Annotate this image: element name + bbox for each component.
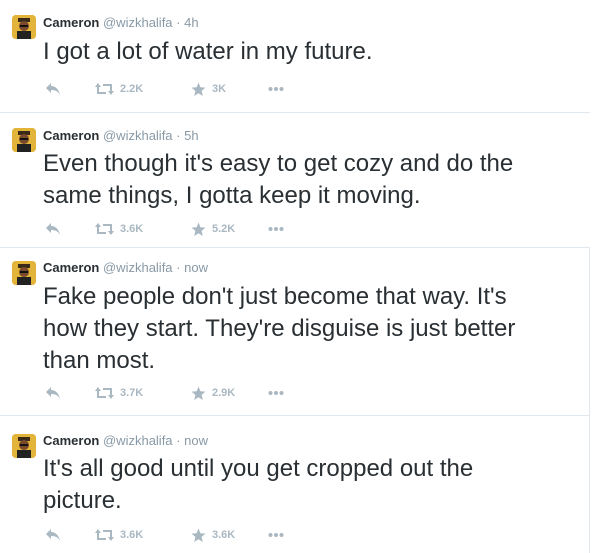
retweet-button[interactable]: 3.6K [95, 527, 143, 543]
more-button[interactable] [268, 385, 284, 401]
tweet[interactable]: Cameron @wizkhalifa · 5h Even though it'… [0, 112, 590, 247]
author-name[interactable]: Cameron [43, 128, 99, 143]
tweet-actions: 3.7K 2.9K [43, 385, 343, 401]
timestamp[interactable]: 4h [184, 15, 198, 30]
tweet-text-line: how they start. They're disguise is just… [43, 315, 516, 342]
retweet-count: 3.6K [120, 529, 144, 541]
avatar[interactable] [12, 261, 36, 285]
retweet-button[interactable]: 3.6K [95, 221, 143, 237]
more-button[interactable] [268, 221, 284, 237]
tweet-text: I got a lot of water in my future. [43, 36, 583, 68]
tweet-text: Fake people don't just become that way. … [43, 281, 583, 377]
retweet-icon [95, 222, 114, 236]
header-separator: · [176, 260, 181, 275]
favorite-button[interactable]: 3.6K [191, 527, 235, 543]
star-icon [191, 222, 206, 237]
tweet-actions: 3.6K 3.6K [43, 527, 343, 543]
more-button[interactable] [268, 81, 284, 97]
retweet-count: 3.6K [120, 223, 144, 235]
retweet-icon [95, 82, 114, 96]
reply-icon [45, 222, 61, 236]
tweet-header: Cameron @wizkhalifa · now [43, 433, 208, 449]
reply-button[interactable] [45, 385, 61, 401]
reply-icon [45, 82, 61, 96]
star-icon [191, 386, 206, 401]
retweet-button[interactable]: 2.2K [95, 81, 143, 97]
timestamp[interactable]: now [184, 260, 208, 275]
favorite-count: 3K [212, 83, 227, 95]
timestamp[interactable]: 5h [184, 128, 198, 143]
tweet-text-line: than most. [43, 347, 156, 374]
avatar[interactable] [12, 15, 36, 39]
favorite-button[interactable]: 5.2K [191, 221, 235, 237]
tweet-text: Even though it's easy to get cozy and do… [43, 148, 583, 212]
author-handle[interactable]: @wizkhalifa [103, 128, 173, 143]
more-dots-icon [268, 86, 284, 92]
timeline: Cameron @wizkhalifa · 4h I got a lot of … [0, 0, 592, 553]
more-dots-icon [268, 226, 284, 232]
tweet-text-line: I got a lot of water in my future. [43, 38, 373, 65]
tweet-text-line: Fake people don't just become that way. … [43, 283, 507, 310]
retweet-icon [95, 528, 114, 542]
retweet-button[interactable]: 3.7K [95, 385, 143, 401]
favorite-button[interactable]: 3K [191, 81, 226, 97]
tweet-text-line: Even though it's easy to get cozy and do… [43, 150, 514, 177]
tweet-header: Cameron @wizkhalifa · 4h [43, 15, 199, 31]
tweet[interactable]: Cameron @wizkhalifa · 4h I got a lot of … [0, 0, 590, 112]
reply-icon [45, 386, 61, 400]
author-handle[interactable]: @wizkhalifa [103, 433, 173, 448]
star-icon [191, 82, 206, 97]
reply-button[interactable] [45, 527, 61, 543]
tweet-header: Cameron @wizkhalifa · 5h [43, 128, 199, 144]
author-handle[interactable]: @wizkhalifa [103, 260, 173, 275]
retweet-count: 3.7K [120, 387, 144, 399]
header-separator: · [176, 128, 181, 143]
avatar[interactable] [12, 128, 36, 152]
tweet-text: It's all good until you get cropped out … [43, 453, 583, 517]
retweet-icon [95, 386, 114, 400]
reply-icon [45, 528, 61, 542]
more-button[interactable] [268, 527, 284, 543]
favorite-count: 3.6K [212, 529, 236, 541]
timestamp[interactable]: now [184, 433, 208, 448]
tweet[interactable]: Cameron @wizkhalifa · now Fake people do… [0, 247, 590, 415]
favorite-count: 2.9K [212, 387, 236, 399]
avatar[interactable] [12, 434, 36, 458]
reply-button[interactable] [45, 221, 61, 237]
tweet[interactable]: Cameron @wizkhalifa · now It's all good … [0, 415, 590, 553]
tweet-text-line: same things, I gotta keep it moving. [43, 182, 421, 209]
header-separator: · [176, 15, 181, 30]
more-dots-icon [268, 390, 284, 396]
author-handle[interactable]: @wizkhalifa [103, 15, 173, 30]
tweet-header: Cameron @wizkhalifa · now [43, 260, 208, 276]
author-name[interactable]: Cameron [43, 433, 99, 448]
more-dots-icon [268, 532, 284, 538]
favorite-button[interactable]: 2.9K [191, 385, 235, 401]
favorite-count: 5.2K [212, 223, 236, 235]
reply-button[interactable] [45, 81, 61, 97]
header-separator: · [176, 433, 181, 448]
tweet-text-line: picture. [43, 487, 122, 514]
tweet-actions: 2.2K 3K [43, 81, 343, 97]
tweet-actions: 3.6K 5.2K [43, 221, 343, 237]
tweet-text-line: It's all good until you get cropped out … [43, 455, 474, 482]
retweet-count: 2.2K [120, 83, 144, 95]
author-name[interactable]: Cameron [43, 15, 99, 30]
star-icon [191, 528, 206, 543]
author-name[interactable]: Cameron [43, 260, 99, 275]
